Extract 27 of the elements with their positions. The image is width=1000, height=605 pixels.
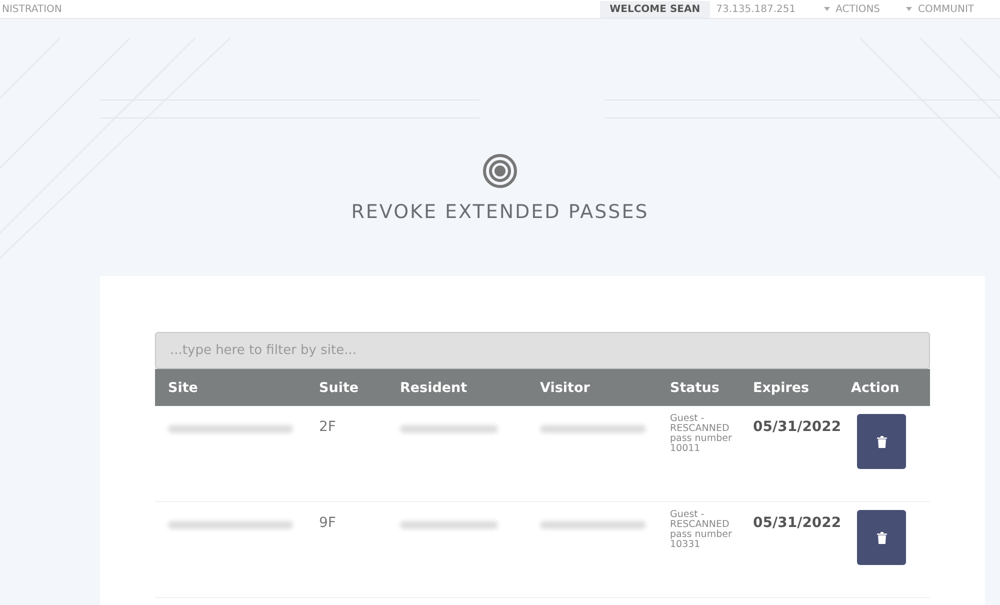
trash-icon <box>876 436 886 448</box>
column-header: Site <box>167 380 199 396</box>
column-header: Visitor <box>539 380 591 396</box>
nav-menu[interactable]: COMMUNIT <box>906 4 974 14</box>
status-text: Guest - RESCANNED pass number 10331 <box>669 510 733 550</box>
nav-link[interactable]: NISTRATION <box>0 4 62 14</box>
status-text: Guest - RESCANNED pass number 10011 <box>669 414 733 454</box>
trash-icon <box>876 532 886 544</box>
filter-field[interactable]: ...type here to filter by site... <box>155 332 930 369</box>
table-cell-text: 05/31/2022 <box>752 419 842 435</box>
target-icon <box>482 153 518 189</box>
column-header: Action <box>850 380 900 396</box>
column-header: Status <box>669 380 720 396</box>
nav-menu[interactable]: ACTIONS <box>824 4 880 14</box>
table-cell-text: 9F <box>318 515 337 531</box>
delete-button[interactable] <box>857 510 906 565</box>
column-header: Suite <box>318 380 360 396</box>
table-cell-text: 05/31/2022 <box>752 515 842 531</box>
welcome-label: WELCOME SEAN <box>600 0 710 18</box>
column-header: Expires <box>752 380 810 396</box>
caret-icon <box>824 7 830 11</box>
caret-icon <box>906 7 912 11</box>
page-title: REVOKE EXTENDED PASSES <box>351 201 649 223</box>
delete-button[interactable] <box>857 414 906 469</box>
column-header: Resident <box>399 380 468 396</box>
ip-address: 73.135.187.251 <box>716 4 796 14</box>
table-cell-text: 2F <box>318 419 337 435</box>
